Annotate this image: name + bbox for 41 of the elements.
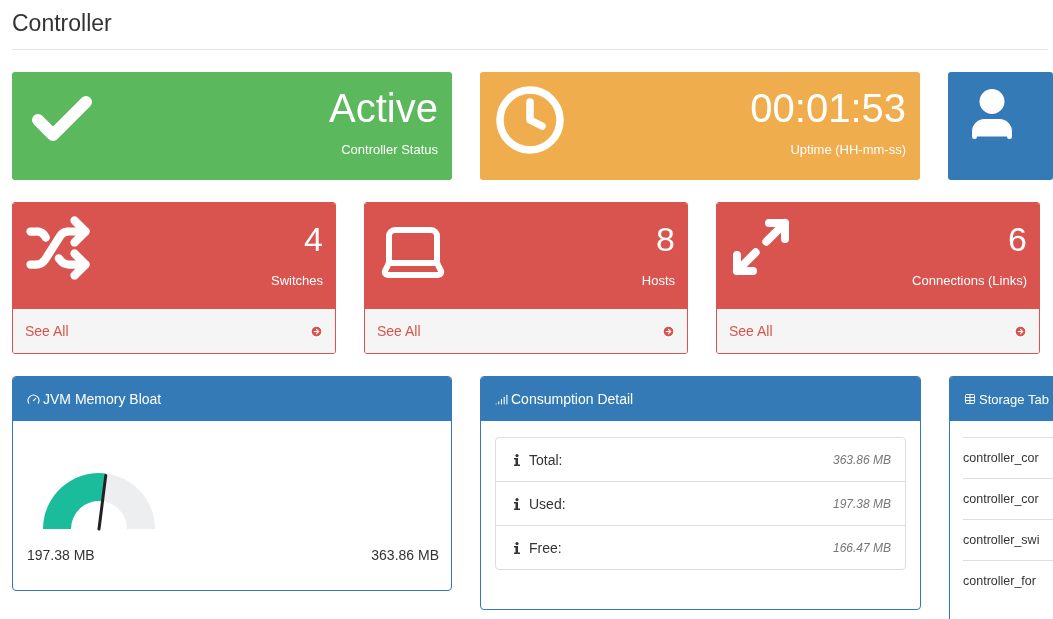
card-label: Switches	[270, 273, 323, 288]
detail-value: 197.38 MB	[832, 496, 891, 511]
storage-row: controller_cor	[963, 437, 1053, 478]
detail-label: Free:	[529, 539, 562, 556]
info-icon	[514, 541, 520, 554]
gauge-icon	[27, 392, 40, 406]
card-value: 00:01:53	[750, 85, 906, 132]
arrow-circle-icon	[310, 324, 323, 338]
card-label: Controller Status	[341, 142, 438, 157]
panel-title: JVM Memory Bloat	[43, 391, 162, 407]
page-title: Controller	[12, 10, 113, 38]
card-count: 8	[656, 219, 675, 260]
info-icon	[514, 497, 520, 510]
info-icon	[514, 453, 520, 466]
shuffle-icon	[25, 215, 91, 281]
detail-value: 363.86 MB	[832, 452, 891, 467]
arrow-circle-icon	[662, 324, 675, 338]
card-label: Connections (Links)	[912, 273, 1027, 288]
storage-row: controller_for	[963, 560, 1053, 601]
card-label: Uptime (HH-mm-ss)	[790, 142, 906, 157]
storage-row: controller_cor	[963, 478, 1053, 519]
see-all-link[interactable]: See All	[717, 309, 1039, 353]
detail-label: Used:	[529, 495, 566, 512]
gauge-min-label: 197.38 MB	[27, 547, 95, 563]
signal-bars-icon	[495, 392, 508, 406]
card-value: Active	[329, 85, 438, 132]
clock-icon	[494, 84, 566, 156]
gauge-track	[102, 473, 155, 529]
see-all-link[interactable]: See All	[365, 309, 687, 353]
card-label: Hosts	[641, 273, 675, 288]
panel-title: Consumption Detail	[511, 391, 634, 407]
storage-row: controller_swi	[963, 519, 1053, 560]
detail-label: Total:	[529, 451, 563, 468]
see-all-link[interactable]: See All	[13, 309, 335, 353]
table-icon	[964, 393, 976, 405]
gauge-max-label: 363.86 MB	[371, 547, 439, 563]
card-count: 6	[1008, 219, 1027, 260]
arrow-circle-icon	[1014, 324, 1027, 338]
card-count: 4	[304, 219, 323, 260]
panel-title: Storage Tab	[979, 391, 1049, 407]
detail-value: 166.47 MB	[832, 540, 891, 555]
